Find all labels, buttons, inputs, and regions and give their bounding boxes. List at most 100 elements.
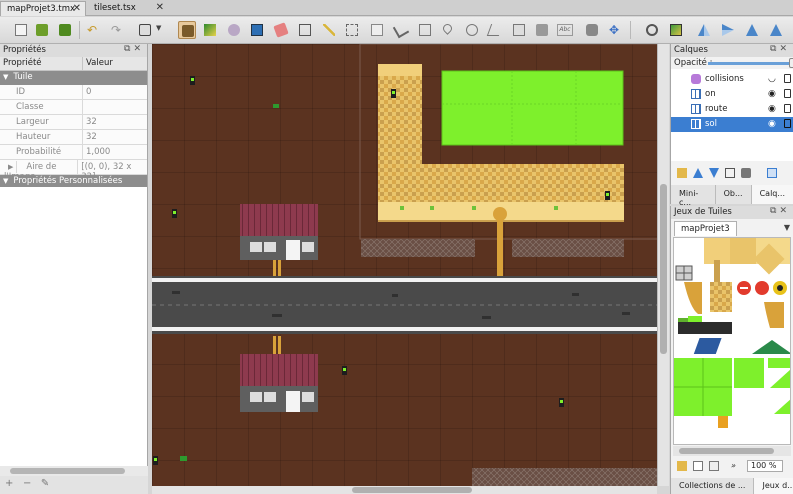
terrain-brush-button[interactable] [201,21,219,39]
insert-ellipse-button[interactable] [463,21,481,39]
insert-tile-button[interactable] [510,21,528,39]
raise-layer-icon[interactable] [693,168,703,178]
tab-objects[interactable]: Ob... [715,185,752,204]
eye-icon[interactable]: ◉ [768,119,776,129]
tab-minimap[interactable]: Mini-c... [671,185,716,207]
random-mode-button[interactable] [136,21,154,39]
column-header-value[interactable]: Valeur [83,57,116,70]
property-value[interactable] [83,100,89,114]
opacity-slider[interactable] [708,62,793,65]
property-row[interactable]: Probabilité 1,000 [0,145,147,160]
stamp-brush-button[interactable] [178,21,196,39]
edit-polygons-button[interactable] [392,21,410,39]
rotate-left-button[interactable] [743,21,761,39]
insert-text-button[interactable]: Abc [555,21,575,39]
chevron-down-icon[interactable]: ▼ [784,223,790,232]
scroll-thumb[interactable] [679,448,774,454]
scroll-thumb[interactable] [10,468,125,474]
eye-icon[interactable]: ◉ [768,89,776,99]
new-tileset-icon[interactable] [677,461,687,471]
insert-polygon-button[interactable] [486,21,504,39]
object-select-button[interactable] [368,21,386,39]
rename-property-icon[interactable]: ✎ [41,478,49,489]
lock-icon[interactable] [784,119,791,128]
delete-layer-icon[interactable] [741,168,751,178]
new-layer-icon[interactable] [677,168,687,178]
group-tile[interactable]: ▼ Tuile [0,71,147,85]
automap-button[interactable] [643,21,661,39]
insert-point-button[interactable] [440,21,458,39]
property-row[interactable]: ▶Aire de l'Image[(0, 0), 32 x 32] [0,160,147,182]
layer-row-sol[interactable]: sol ◉ [671,117,793,132]
zoom-select[interactable]: 100 % [747,460,783,472]
add-property-icon[interactable]: + [5,478,13,489]
terrain-mode-button[interactable] [667,21,685,39]
insert-rectangle-button[interactable] [416,21,434,39]
tab-mapprojet3[interactable]: mapProjet3.tmx ✕ [0,1,86,16]
layer-row-route[interactable]: route ◉ [671,102,793,117]
eye-icon[interactable]: ◉ [768,104,776,114]
eraser-button[interactable] [272,21,290,39]
lock-icon[interactable] [784,104,791,113]
property-row[interactable]: Classe [0,100,147,115]
tab-tilesets[interactable]: Jeux d... [754,478,793,494]
eye-hidden-icon[interactable]: ◡ [768,74,776,84]
layer-options-icon[interactable] [767,168,777,178]
flip-horizontal-button[interactable] [695,21,713,39]
tab-layers[interactable]: Calq... [751,185,793,204]
magic-wand-button[interactable] [320,21,338,39]
properties-hscrollbar[interactable] [0,466,148,476]
new-file-button[interactable] [12,21,30,39]
generator-icon [586,24,598,36]
property-value[interactable]: 1,000 [83,145,113,159]
rotate-right-button[interactable] [767,21,785,39]
property-key: Classe [0,100,83,114]
bucket-fill-button[interactable] [248,21,266,39]
import-tileset-icon[interactable] [693,461,703,471]
column-header-property[interactable]: Propriété [0,57,83,70]
flip-vertical-button[interactable] [719,21,737,39]
remove-property-icon[interactable]: − [23,478,31,489]
lock-icon[interactable] [784,89,791,98]
map-vscrollbar[interactable] [657,44,669,486]
layer-row-collisions[interactable]: collisions ◡ [671,72,793,87]
tileset-tab[interactable]: mapProjet3 [674,221,737,236]
scroll-thumb[interactable] [352,487,472,493]
lower-layer-icon[interactable] [709,168,719,178]
property-row[interactable]: Hauteur 32 [0,130,147,145]
map-canvas[interactable] [152,44,657,486]
panel-float-close-icon[interactable]: ⧉✕ [770,206,790,216]
layer-row-on[interactable]: on ◉ [671,87,793,102]
panel-float-close-icon[interactable]: ⧉✕ [770,44,790,54]
world-tool-button[interactable]: ✥ [606,21,624,39]
property-row[interactable]: Largeur 32 [0,115,147,130]
panel-float-close-icon[interactable]: ⧉✕ [124,44,144,54]
opacity-slider-handle[interactable] [789,58,793,68]
collapse-arrow-icon[interactable]: ▼ [3,177,8,185]
export-tileset-icon[interactable] [709,461,719,471]
random-dropdown-button[interactable]: ▼ [154,21,164,39]
flip-horizontal-icon [698,24,710,36]
property-row[interactable]: ID 0 [0,85,147,100]
rect-select-button[interactable] [296,21,314,39]
tab-tileset[interactable]: tileset.tsx ✕ [88,1,168,16]
chevron-double-right-icon[interactable]: » [731,461,741,471]
open-file-button[interactable] [33,21,51,39]
undo-button[interactable]: ↶ [84,21,102,39]
save-button[interactable] [56,21,74,39]
wang-brush-button[interactable] [225,21,243,39]
redo-button[interactable]: ↷ [108,21,126,39]
tileset-view[interactable] [673,237,791,445]
select-same-tile-button[interactable] [343,21,361,39]
collapse-arrow-icon[interactable]: ▼ [3,73,8,81]
lock-icon[interactable] [784,74,791,83]
tileset-hscrollbar[interactable] [673,446,791,456]
tab-template-collections[interactable]: Collections de ... [671,478,755,494]
terrain-generator-button[interactable] [583,21,601,39]
close-tab-icon[interactable]: ✕ [156,2,164,13]
map-hscrollbar[interactable] [152,486,657,494]
duplicate-layer-icon[interactable] [725,168,735,178]
scroll-thumb[interactable] [660,184,667,354]
close-tab-icon[interactable]: ✕ [73,3,81,14]
insert-template-button[interactable] [533,21,551,39]
